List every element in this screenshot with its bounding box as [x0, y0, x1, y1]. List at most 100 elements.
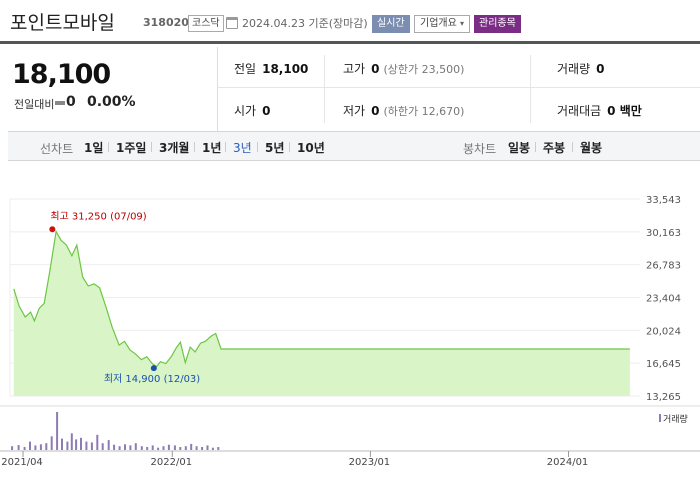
- volume-bar: [85, 441, 88, 450]
- flat-change-icon: [55, 101, 65, 105]
- volume-bar: [39, 444, 42, 450]
- stat-label: 시가: [234, 104, 257, 118]
- change-percent: 0.00%: [87, 94, 136, 110]
- stat-value: 18,100: [262, 62, 309, 76]
- period-3m[interactable]: 3개월: [159, 139, 189, 156]
- volume-legend-label: 거래량: [663, 415, 688, 425]
- company-overview-label: 기업개요: [420, 18, 457, 29]
- stat-volume: 거래량 0: [557, 60, 604, 77]
- x-tick-label: 2021/04: [1, 457, 43, 468]
- volume-bar: [80, 437, 82, 450]
- stats-column-divider: [530, 55, 531, 123]
- volume-bar: [11, 446, 14, 450]
- market-badge: 코스닥: [188, 15, 224, 32]
- stat-low: 저가 0 (하한가 12,670): [343, 102, 464, 119]
- stat-value: 0: [371, 104, 380, 118]
- stat-label: 전일: [234, 62, 257, 76]
- volume-bar: [179, 447, 182, 450]
- price-chart[interactable]: 33,543 30,163 26,783 23,404 20,024 16,645 13,2…: [0, 161, 700, 481]
- period-3y[interactable]: 3년: [233, 139, 252, 156]
- stat-high: 고가 0 (상한가 23,500): [343, 60, 464, 77]
- volume-bar: [23, 447, 26, 450]
- candle-monthly[interactable]: 월봉: [580, 139, 602, 156]
- volume-bar: [201, 447, 204, 450]
- change-label: 전일대비: [14, 98, 55, 111]
- y-tick-label: 16,645: [646, 359, 681, 370]
- realtime-button[interactable]: 실시간: [372, 15, 410, 33]
- volume-bar: [107, 440, 110, 450]
- volume-bar: [50, 436, 53, 450]
- volume-bar: [140, 446, 143, 450]
- volume-bar: [29, 441, 31, 450]
- x-tick-label: 2023/01: [349, 457, 391, 468]
- date-suffix: 기준(장마감): [308, 17, 368, 30]
- candle-weekly[interactable]: 주봉: [543, 139, 565, 156]
- stats-row-divider: [218, 87, 700, 88]
- volume-bar: [211, 447, 214, 450]
- stat-label: 저가: [343, 104, 366, 118]
- x-tick-label: 2024/01: [547, 457, 589, 468]
- period-5y[interactable]: 5년: [265, 139, 284, 156]
- quote-date: 2024.04.23 기준(장마감): [242, 15, 368, 31]
- company-overview-button[interactable]: 기업개요 ▾: [414, 15, 471, 33]
- high-annotation: 최고 31,250 (07/09): [50, 210, 146, 222]
- managed-stock-badge: 관리종목: [474, 15, 521, 33]
- period-1d[interactable]: 1일: [84, 139, 103, 156]
- current-price: 18,100: [12, 59, 111, 90]
- toolbar-divider: [225, 142, 226, 152]
- period-1y[interactable]: 1년: [202, 139, 221, 156]
- stats-panel: 전일 18,100 고가 0 (상한가 23,500) 거래량 0 시가 0 저가 0 (하한…: [218, 47, 700, 131]
- toolbar-divider: [257, 142, 258, 152]
- y-tick-label: 20,024: [646, 326, 681, 337]
- volume-bar: [96, 434, 99, 450]
- volume-bar: [17, 445, 20, 450]
- candle-chart-label: 봉차트: [463, 142, 497, 156]
- volume-bar: [118, 446, 121, 450]
- period-1w[interactable]: 1주일: [116, 139, 146, 156]
- y-tick-label: 33,543: [646, 195, 681, 206]
- volume-bar: [101, 443, 104, 450]
- volume-bar: [217, 447, 220, 450]
- toolbar-divider: [108, 142, 109, 152]
- stat-sub: (상한가 23,500): [383, 63, 465, 76]
- stat-value: 0: [596, 62, 605, 76]
- volume-bar: [90, 442, 93, 450]
- y-tick-label: 23,404: [646, 294, 681, 305]
- candle-daily[interactable]: 일봉: [508, 139, 530, 156]
- volume-bar: [146, 447, 149, 450]
- stock-code: 318020: [143, 16, 189, 29]
- stat-label: 거래대금: [557, 104, 602, 118]
- calendar-icon: [226, 17, 238, 29]
- y-axis-ticks: 33,543 30,163 26,783 23,404 20,024 16,645 13,2…: [646, 195, 681, 403]
- chevron-down-icon: ▾: [460, 19, 465, 28]
- change-value: 0: [66, 94, 76, 110]
- chart-toolbar: 선차트 1일 1주일 3개월 1년 3년 5년 10년 봉차트 일봉 주봉 월봉: [8, 131, 700, 161]
- y-tick-label: 30,163: [646, 228, 681, 239]
- line-chart-label: 선차트: [40, 142, 74, 156]
- volume-bar: [61, 438, 63, 450]
- volume-bar: [134, 443, 137, 450]
- volume-bar: [66, 441, 69, 450]
- volume-bar: [70, 433, 73, 450]
- stock-header: 포인트모바일 318020 코스닥 2024.04.23 기준(장마감) 실시간…: [0, 0, 700, 44]
- price-area: [13, 231, 630, 396]
- stat-label: 거래량: [557, 62, 591, 76]
- volume-bar: [167, 444, 170, 450]
- volume-bar: [151, 445, 154, 450]
- volume-bar: [173, 445, 176, 450]
- volume-bar: [75, 439, 78, 450]
- low-marker: [150, 365, 157, 372]
- toolbar-divider: [572, 142, 573, 152]
- volume-bar: [34, 445, 37, 450]
- period-10y[interactable]: 10년: [297, 139, 325, 156]
- stat-value: 0 백만: [607, 104, 642, 118]
- low-annotation: 최저 14,900 (12/03): [104, 373, 200, 385]
- toolbar-divider: [194, 142, 195, 152]
- stat-prev-close: 전일 18,100: [234, 60, 308, 77]
- toolbar-divider: [535, 142, 536, 152]
- stock-name: 포인트모바일: [10, 12, 115, 34]
- volume-bar: [45, 443, 48, 450]
- volume-legend-swatch: [659, 414, 661, 422]
- stat-label: 고가: [343, 62, 366, 76]
- volume-bar: [129, 445, 132, 450]
